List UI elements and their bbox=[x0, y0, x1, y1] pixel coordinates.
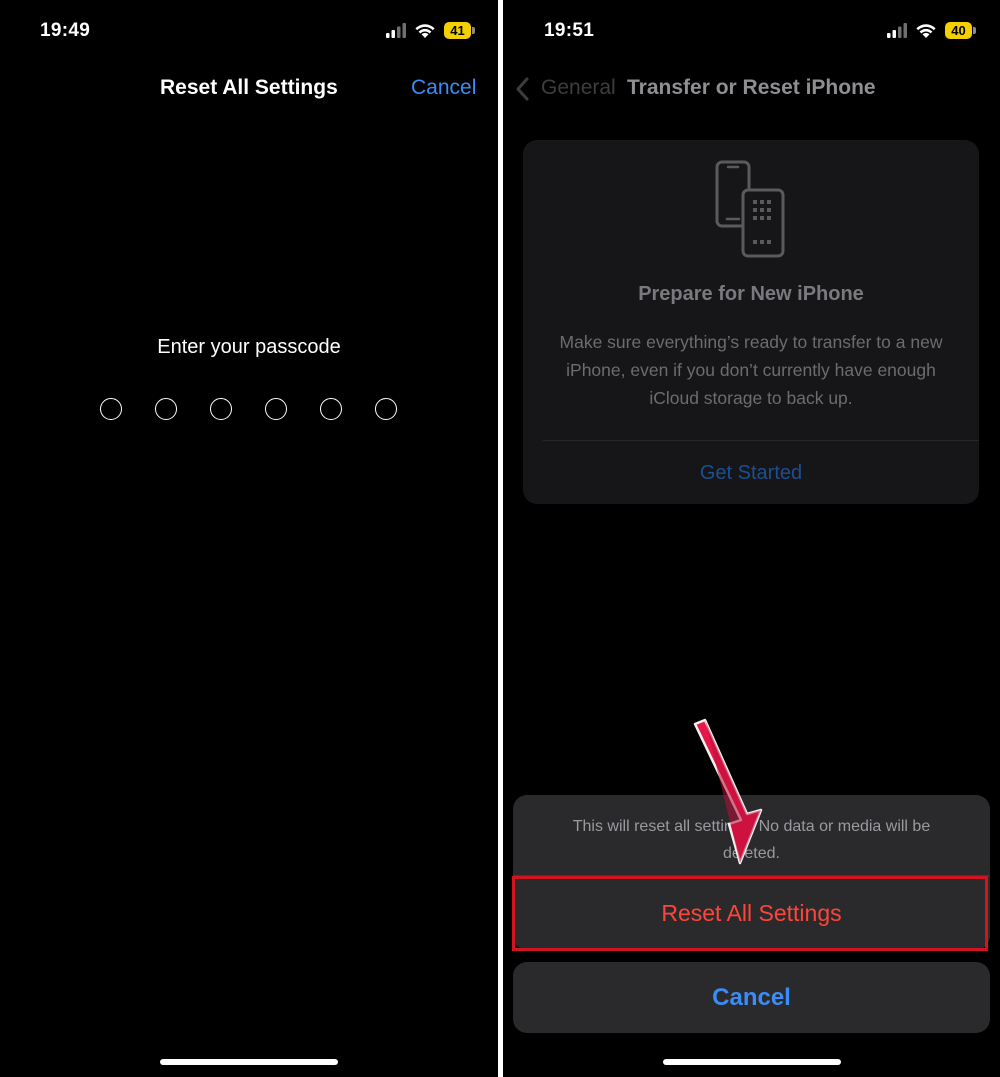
chevron-left-icon[interactable] bbox=[515, 77, 529, 101]
left-phone-screen: 19:49 41 Reset All Settings Cancel Enter… bbox=[0, 0, 498, 1077]
status-time: 19:49 bbox=[40, 20, 91, 41]
passcode-dot bbox=[265, 398, 287, 420]
card-description: Make sure everything’s ready to transfer… bbox=[559, 332, 943, 408]
passcode-dot bbox=[210, 398, 232, 420]
passcode-dot bbox=[100, 398, 122, 420]
right-phone-screen: 19:51 40 General Transfer or Reset iPhon… bbox=[503, 0, 1000, 1077]
passcode-prompt: Enter your passcode bbox=[157, 336, 341, 358]
card-title: Prepare for New iPhone bbox=[638, 283, 864, 305]
highlight-box bbox=[512, 876, 988, 951]
home-indicator[interactable] bbox=[663, 1059, 841, 1065]
nav-title: Reset All Settings bbox=[160, 76, 338, 99]
status-icons: 41 bbox=[386, 22, 476, 42]
back-button[interactable]: General bbox=[541, 76, 616, 100]
cancel-button[interactable]: Cancel bbox=[411, 76, 476, 100]
battery-cap bbox=[472, 27, 475, 34]
get-started-button[interactable]: Get Started bbox=[523, 462, 979, 485]
cellular-signal-icon bbox=[386, 23, 406, 38]
nav-title: Transfer or Reset iPhone bbox=[627, 76, 876, 99]
annotation-arrow-icon bbox=[693, 718, 763, 865]
action-sheet-cancel-button[interactable]: Cancel bbox=[513, 962, 990, 1033]
passcode-dot bbox=[320, 398, 342, 420]
battery-indicator: 41 bbox=[444, 22, 471, 39]
passcode-dot bbox=[375, 398, 397, 420]
home-indicator[interactable] bbox=[160, 1059, 338, 1065]
passcode-dot bbox=[155, 398, 177, 420]
wifi-icon bbox=[415, 24, 435, 38]
card-divider bbox=[543, 440, 979, 441]
phones-transfer-icon bbox=[715, 160, 785, 258]
